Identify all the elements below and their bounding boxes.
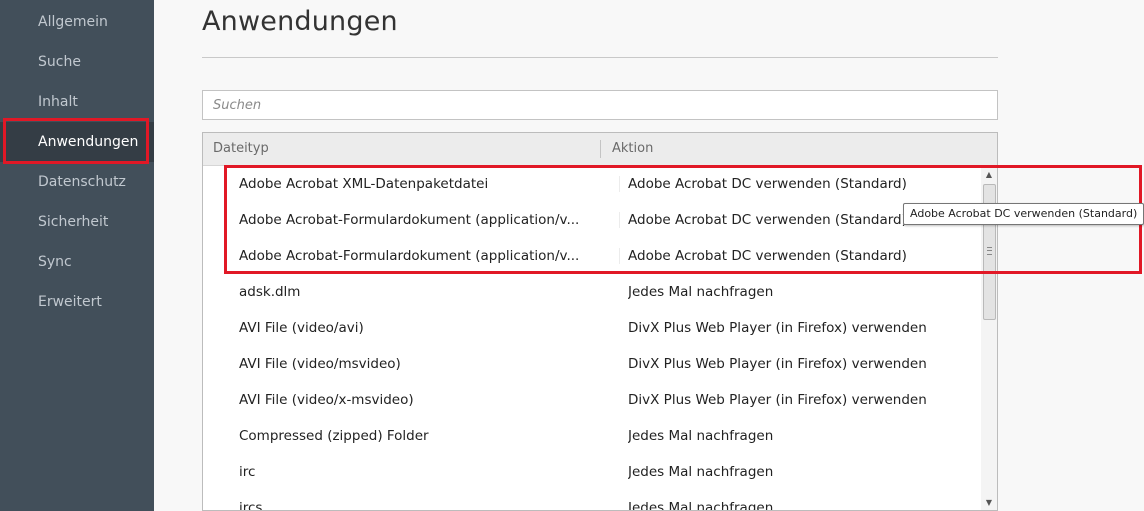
search-input[interactable] bbox=[202, 90, 998, 120]
tooltip: Adobe Acrobat DC verwenden (Standard) bbox=[903, 203, 1144, 225]
sidebar-item-allgemein[interactable]: Allgemein bbox=[0, 2, 154, 42]
action-cell[interactable]: DivX Plus Web Player (in Firefox) verwen… bbox=[628, 310, 978, 346]
table-row[interactable]: AVI File (video/avi) DivX Plus Web Playe… bbox=[203, 310, 981, 346]
file-type-cell: AVI File (video/x-msvideo) bbox=[239, 392, 414, 408]
applications-table: Dateityp Aktion Adobe Acrobat XML-Datenp… bbox=[202, 132, 998, 511]
sidebar-item-inhalt[interactable]: Inhalt bbox=[0, 82, 154, 122]
table-header: Dateityp Aktion bbox=[203, 133, 997, 166]
table-row[interactable]: adsk.dlm Jedes Mal nachfragen bbox=[203, 274, 981, 310]
file-type-cell: Adobe Acrobat-Formulardokument (applicat… bbox=[239, 212, 580, 228]
table-body: Adobe Acrobat XML-Datenpaketdatei Adobe … bbox=[203, 166, 981, 511]
grip-lines-icon bbox=[987, 247, 992, 255]
table-row[interactable]: Adobe Acrobat XML-Datenpaketdatei Adobe … bbox=[203, 166, 981, 202]
file-type-cell: Adobe Acrobat XML-Datenpaketdatei bbox=[239, 176, 489, 192]
sidebar-item-erweitert[interactable]: Erweitert bbox=[0, 282, 154, 322]
action-cell[interactable]: DivX Plus Web Player (in Firefox) verwen… bbox=[628, 382, 978, 418]
file-type-cell: AVI File (video/msvideo) bbox=[239, 356, 401, 372]
sidebar-item-datenschutz[interactable]: Datenschutz bbox=[0, 162, 154, 202]
file-type-cell: ircs bbox=[239, 500, 263, 511]
title-divider bbox=[202, 57, 998, 58]
action-cell[interactable]: DivX Plus Web Player (in Firefox) verwen… bbox=[628, 346, 978, 382]
table-row[interactable]: Adobe Acrobat-Formulardokument (applicat… bbox=[203, 238, 981, 274]
file-type-cell: adsk.dlm bbox=[239, 284, 301, 300]
action-cell[interactable]: Jedes Mal nachfragen bbox=[628, 418, 978, 454]
file-type-cell: irc bbox=[239, 464, 256, 480]
cell-divider bbox=[619, 248, 620, 264]
action-cell[interactable]: Jedes Mal nachfragen bbox=[628, 274, 978, 310]
table-row[interactable]: AVI File (video/x-msvideo) DivX Plus Web… bbox=[203, 382, 981, 418]
action-cell[interactable]: Adobe Acrobat DC verwenden (Standard) bbox=[628, 166, 978, 202]
action-cell[interactable]: Adobe Acrobat DC verwenden (Standard) bbox=[628, 238, 978, 274]
table-row[interactable]: Adobe Acrobat-Formulardokument (applicat… bbox=[203, 202, 981, 238]
sidebar: Allgemein Suche Inhalt Anwendungen Daten… bbox=[0, 0, 154, 511]
file-type-cell: Adobe Acrobat-Formulardokument (applicat… bbox=[239, 248, 580, 264]
sidebar-item-sync[interactable]: Sync bbox=[0, 242, 154, 282]
triangle-up-icon[interactable]: ▲ bbox=[981, 168, 997, 182]
cell-divider bbox=[619, 176, 620, 192]
sidebar-item-anwendungen[interactable]: Anwendungen bbox=[0, 122, 154, 162]
column-divider[interactable] bbox=[600, 140, 601, 158]
triangle-down-icon[interactable]: ▼ bbox=[981, 496, 997, 510]
cell-divider bbox=[619, 212, 620, 228]
file-type-cell: Compressed (zipped) Folder bbox=[239, 428, 429, 444]
table-row[interactable]: AVI File (video/msvideo) DivX Plus Web P… bbox=[203, 346, 981, 382]
column-header-aktion[interactable]: Aktion bbox=[612, 133, 653, 165]
action-cell[interactable]: Jedes Mal nachfragen bbox=[628, 490, 978, 510]
sidebar-item-suche[interactable]: Suche bbox=[0, 42, 154, 82]
sidebar-item-sicherheit[interactable]: Sicherheit bbox=[0, 202, 154, 242]
file-type-cell: AVI File (video/avi) bbox=[239, 320, 364, 336]
column-header-dateityp[interactable]: Dateityp bbox=[213, 133, 269, 165]
page-title: Anwendungen bbox=[202, 6, 398, 37]
table-row[interactable]: irc Jedes Mal nachfragen bbox=[203, 454, 981, 490]
table-row[interactable]: ircs Jedes Mal nachfragen bbox=[203, 490, 981, 511]
action-cell[interactable]: Jedes Mal nachfragen bbox=[628, 454, 978, 490]
table-row[interactable]: Compressed (zipped) Folder Jedes Mal nac… bbox=[203, 418, 981, 454]
